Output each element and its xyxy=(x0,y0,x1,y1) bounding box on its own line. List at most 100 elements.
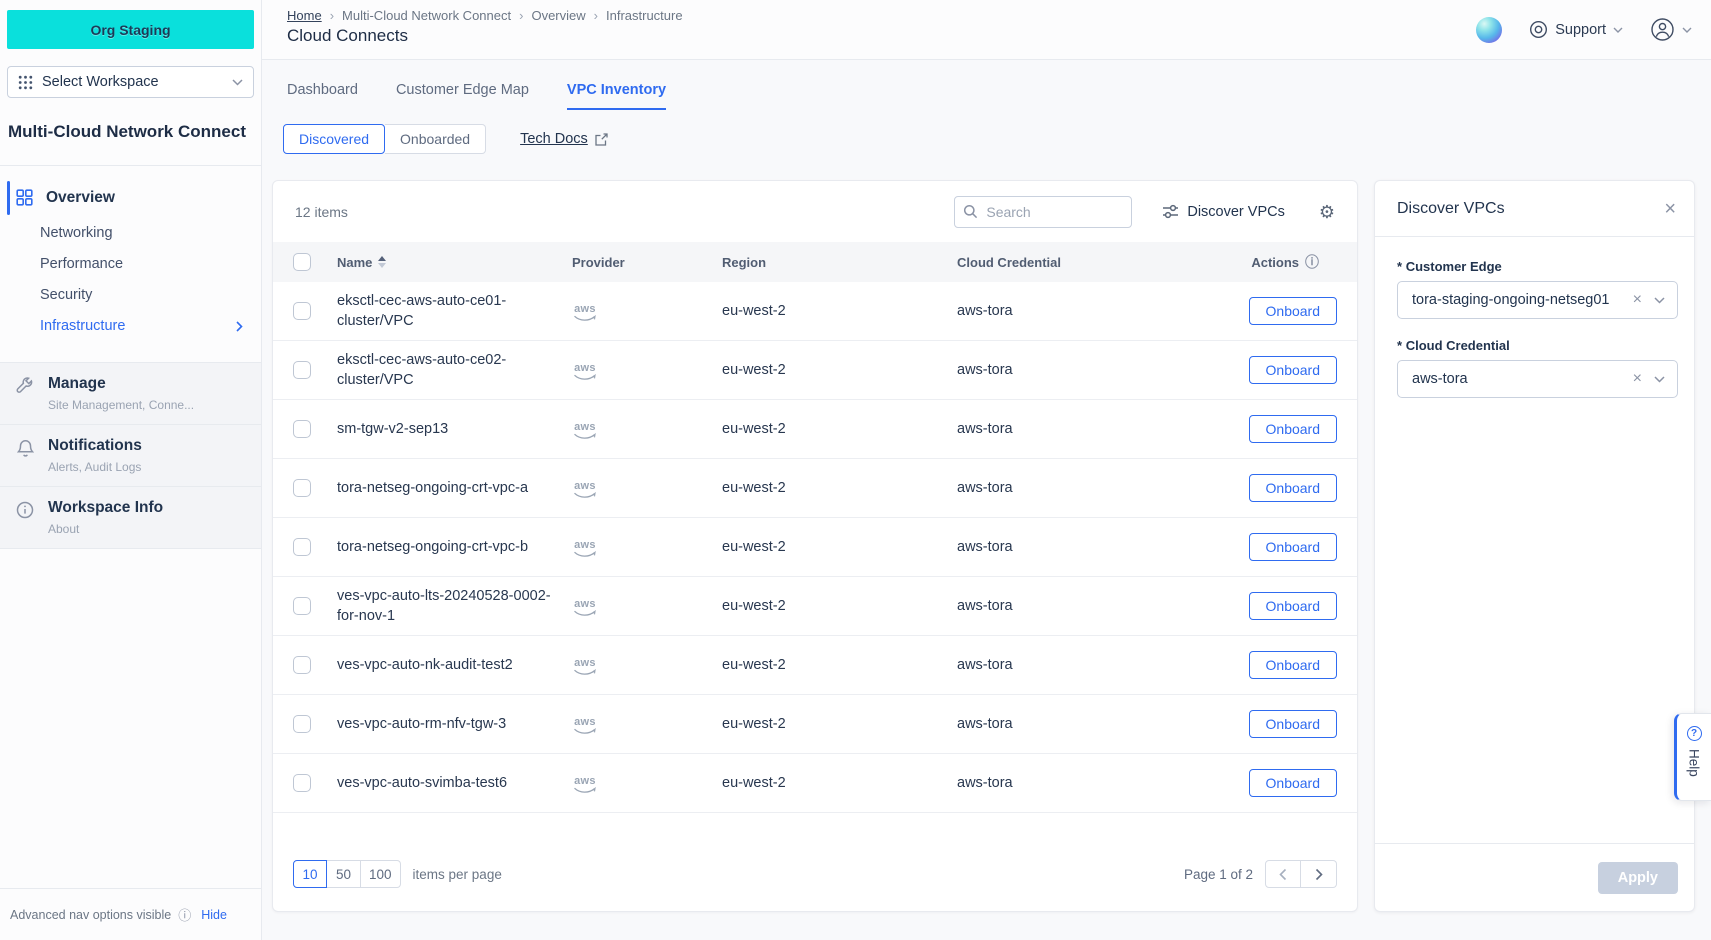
page-title: Cloud Connects xyxy=(287,26,683,46)
wrench-icon xyxy=(15,375,35,412)
row-checkbox[interactable] xyxy=(293,715,311,733)
onboard-button[interactable]: Onboard xyxy=(1249,651,1337,679)
breadcrumb-item[interactable]: Multi-Cloud Network Connect xyxy=(342,8,511,23)
onboard-button[interactable]: Onboard xyxy=(1249,356,1337,384)
tech-docs-link[interactable]: Tech Docs xyxy=(520,131,608,147)
chevron-down-icon xyxy=(232,79,243,86)
table-row: ves-vpc-auto-svimba-test6 aws eu-west-2 … xyxy=(273,754,1357,813)
sidebar-item-performance[interactable]: Performance xyxy=(0,249,261,280)
cloud-credential-select[interactable]: aws-tora × xyxy=(1397,360,1678,398)
row-checkbox[interactable] xyxy=(293,479,311,497)
row-checkbox[interactable] xyxy=(293,656,311,674)
table-row: ves-vpc-auto-rm-nfv-tgw-3 aws eu-west-2 … xyxy=(273,695,1357,754)
close-icon[interactable]: × xyxy=(1664,199,1676,219)
aws-provider-icon: aws xyxy=(572,776,598,794)
workspace-selector[interactable]: Select Workspace xyxy=(7,66,254,98)
breadcrumb-item[interactable]: Infrastructure xyxy=(606,8,683,23)
top-bar: Home › Multi-Cloud Network Connect › Ove… xyxy=(262,0,1711,60)
clear-icon[interactable]: × xyxy=(1633,291,1642,309)
column-header-name[interactable]: Name xyxy=(337,255,572,270)
onboard-button[interactable]: Onboard xyxy=(1249,415,1337,443)
overview-grid-icon xyxy=(16,189,33,206)
row-checkbox[interactable] xyxy=(293,774,311,792)
onboard-button[interactable]: Onboard xyxy=(1249,710,1337,738)
tab-vpc-inventory[interactable]: VPC Inventory xyxy=(567,82,666,110)
vpc-name: tora-netseg-ongoing-crt-vpc-a xyxy=(337,478,572,498)
chevron-right-icon xyxy=(1315,868,1323,881)
breadcrumb: Home › Multi-Cloud Network Connect › Ove… xyxy=(287,8,683,23)
assistant-orb-icon[interactable] xyxy=(1476,17,1502,43)
page-info: Page 1 of 2 xyxy=(1184,867,1253,882)
customer-edge-select[interactable]: tora-staging-ongoing-netseg01 × xyxy=(1397,281,1678,319)
page-size-100[interactable]: 100 xyxy=(361,860,401,888)
sidebar-item-workspace-info[interactable]: Workspace Info About xyxy=(0,486,261,548)
onboard-button[interactable]: Onboard xyxy=(1249,474,1337,502)
required-mark: * xyxy=(1397,259,1402,274)
previous-page-button[interactable] xyxy=(1265,860,1301,888)
region-cell: eu-west-2 xyxy=(722,303,957,319)
vpc-name: ves-vpc-auto-svimba-test6 xyxy=(337,773,572,793)
credential-cell: aws-tora xyxy=(957,362,1237,378)
credential-cell: aws-tora xyxy=(957,716,1237,732)
region-cell: eu-west-2 xyxy=(722,775,957,791)
toggle-discovered[interactable]: Discovered xyxy=(283,124,385,154)
account-menu[interactable] xyxy=(1650,17,1692,42)
onboard-button[interactable]: Onboard xyxy=(1249,297,1337,325)
row-checkbox[interactable] xyxy=(293,420,311,438)
next-page-button[interactable] xyxy=(1301,860,1337,888)
row-checkbox[interactable] xyxy=(293,302,311,320)
items-count: 12 items xyxy=(295,204,954,220)
toggle-onboarded[interactable]: Onboarded xyxy=(385,124,486,154)
clear-icon[interactable]: × xyxy=(1633,370,1642,388)
page-size-10[interactable]: 10 xyxy=(293,860,327,888)
external-link-icon xyxy=(595,133,608,146)
credential-cell: aws-tora xyxy=(957,775,1237,791)
active-indicator xyxy=(7,181,10,215)
onboard-button[interactable]: Onboard xyxy=(1249,533,1337,561)
column-header-region: Region xyxy=(722,255,957,270)
sidebar-item-manage[interactable]: Manage Site Management, Conne... xyxy=(0,363,261,424)
table-row: tora-netseg-ongoing-crt-vpc-a aws eu-wes… xyxy=(273,459,1357,518)
sidebar-item-security[interactable]: Security xyxy=(0,280,261,311)
region-cell: eu-west-2 xyxy=(722,362,957,378)
apply-button[interactable]: Apply xyxy=(1598,862,1678,894)
support-icon xyxy=(1529,20,1548,39)
row-checkbox[interactable] xyxy=(293,538,311,556)
onboard-button[interactable]: Onboard xyxy=(1249,769,1337,797)
search-input[interactable] xyxy=(954,196,1132,228)
credential-cell: aws-tora xyxy=(957,303,1237,319)
actions-info-icon[interactable]: ⓘ xyxy=(1305,252,1319,272)
cloud-credential-field: * Cloud Credential aws-tora × xyxy=(1397,338,1678,398)
region-cell: eu-west-2 xyxy=(722,657,957,673)
select-all-checkbox[interactable] xyxy=(293,253,311,271)
sidebar-item-notifications[interactable]: Notifications Alerts, Audit Logs xyxy=(0,424,261,486)
info-icon[interactable]: ⓘ xyxy=(178,905,191,924)
onboard-button[interactable]: Onboard xyxy=(1249,592,1337,620)
row-checkbox[interactable] xyxy=(293,361,311,379)
sidebar-item-networking[interactable]: Networking xyxy=(0,218,261,249)
search-icon xyxy=(963,204,978,219)
aws-provider-icon: aws xyxy=(572,422,598,440)
breadcrumb-home[interactable]: Home xyxy=(287,8,322,23)
sort-icon[interactable] xyxy=(378,256,386,268)
tab-customer-edge-map[interactable]: Customer Edge Map xyxy=(396,82,529,110)
table-row: ves-vpc-auto-lts-20240528-0002-for-nov-1… xyxy=(273,577,1357,636)
hide-nav-link[interactable]: Hide xyxy=(201,908,227,922)
row-checkbox[interactable] xyxy=(293,597,311,615)
page-size-50[interactable]: 50 xyxy=(327,860,361,888)
vpc-name: ves-vpc-auto-lts-20240528-0002-for-nov-1 xyxy=(337,586,572,627)
sidebar-item-overview[interactable]: Overview xyxy=(0,178,261,218)
help-tab[interactable]: ? Help xyxy=(1674,713,1711,801)
sidebar-item-infrastructure[interactable]: Infrastructure xyxy=(0,311,261,342)
discover-vpcs-button[interactable]: Discover VPCs xyxy=(1162,203,1285,220)
table-settings-gear-icon[interactable]: ⚙ xyxy=(1319,203,1335,221)
chevron-down-icon xyxy=(1654,376,1665,383)
support-menu[interactable]: Support xyxy=(1529,20,1623,39)
chevron-right-icon xyxy=(236,321,243,332)
filter-row: Discovered Onboarded Tech Docs xyxy=(262,124,1711,154)
table-toolbar: 12 items xyxy=(273,181,1357,242)
org-banner[interactable]: Org Staging xyxy=(7,10,254,49)
tab-dashboard[interactable]: Dashboard xyxy=(287,82,358,110)
sidebar: Org Staging Select Workspace Multi-Cloud… xyxy=(0,0,262,940)
breadcrumb-item[interactable]: Overview xyxy=(531,8,585,23)
